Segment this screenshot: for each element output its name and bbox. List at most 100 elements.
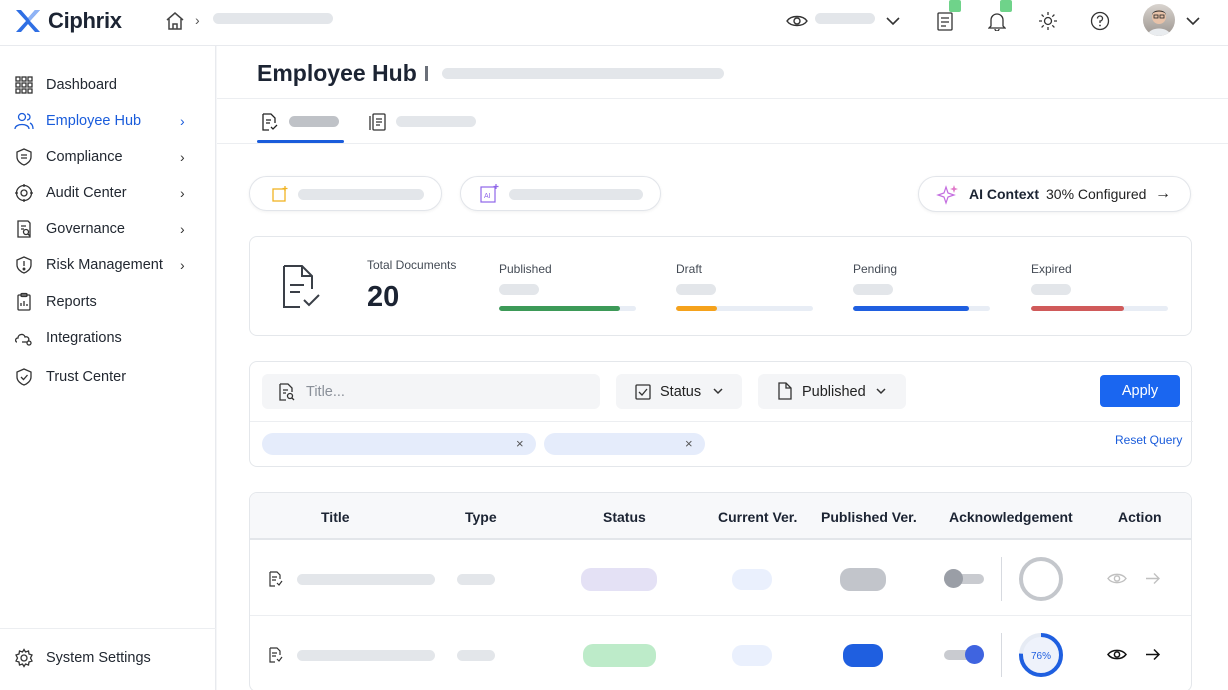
tabs-divider <box>217 143 1228 144</box>
ai-generate-button[interactable]: AI <box>460 176 661 211</box>
avatar[interactable] <box>1143 4 1175 36</box>
column-header-status[interactable]: Status <box>603 509 646 525</box>
chevron-down-icon[interactable] <box>881 9 905 33</box>
sidebar-item-label: Dashboard <box>46 77 117 93</box>
document-check-icon <box>262 113 278 131</box>
tab-documents[interactable] <box>261 108 341 136</box>
breadcrumb-chevron-icon: › <box>195 12 200 28</box>
checklist-icon[interactable] <box>933 0 961 33</box>
sidebar-item-audit-center[interactable]: Audit Center › <box>0 178 216 208</box>
page-title: Employee Hub <box>257 60 417 86</box>
sparkle-icon <box>936 185 958 205</box>
cell-divider <box>1001 633 1002 677</box>
filter-chip[interactable]: × <box>544 433 705 455</box>
sidebar-item-system-settings[interactable]: System Settings <box>0 643 216 673</box>
column-header-title[interactable]: Title <box>321 509 350 525</box>
published-dropdown-label: Published <box>802 383 866 400</box>
sidebar-item-employee-hub[interactable]: Employee Hub › <box>0 106 216 136</box>
title-placeholder <box>297 574 435 585</box>
column-header-acknowledgement[interactable]: Acknowledgement <box>949 509 1073 525</box>
title-search[interactable] <box>262 374 600 409</box>
type-placeholder <box>457 574 495 585</box>
column-header-current-version[interactable]: Current Ver. <box>718 509 797 525</box>
sidebar-item-label: Audit Center <box>46 185 127 201</box>
apply-button[interactable]: Apply <box>1100 375 1180 407</box>
ai-context-button[interactable]: AI Context 30% Configured → <box>918 176 1191 212</box>
audit-icon <box>15 184 33 202</box>
new-document-button[interactable] <box>249 176 442 211</box>
gear-icon <box>15 648 33 668</box>
page-subtitle-placeholder <box>442 68 724 79</box>
eye-icon <box>1107 649 1127 659</box>
ai-context-value: 30% Configured <box>1046 186 1147 202</box>
ai-document-icon: AI <box>480 184 499 203</box>
sun-icon[interactable] <box>1036 9 1060 33</box>
published-dropdown[interactable]: Published <box>758 374 906 409</box>
column-header-action[interactable]: Action <box>1118 509 1162 525</box>
acknowledgement-toggle[interactable] <box>944 645 984 664</box>
status-dropdown[interactable]: Status <box>616 374 742 409</box>
acknowledgement-toggle[interactable] <box>944 569 984 588</box>
checkbox-icon <box>635 384 651 400</box>
tab-label-placeholder <box>289 116 339 127</box>
sidebar-item-reports[interactable]: Reports <box>0 287 216 317</box>
risk-icon <box>16 256 32 274</box>
grid-icon <box>15 76 33 94</box>
title-placeholder <box>297 650 435 661</box>
sidebar-item-label: Risk Management <box>46 257 163 273</box>
view-selector[interactable] <box>815 13 875 24</box>
acknowledgement-progress-ring: 76% <box>1019 633 1063 677</box>
table-row[interactable] <box>250 540 1191 616</box>
sidebar-item-dashboard[interactable]: Dashboard <box>0 70 216 100</box>
filter-chip[interactable]: × <box>262 433 536 455</box>
published-count-placeholder <box>499 284 539 295</box>
sidebar-item-risk-management[interactable]: Risk Management › <box>0 250 216 280</box>
chevron-down-icon[interactable] <box>1181 9 1205 33</box>
app-name: Ciphrix <box>48 8 122 33</box>
sidebar-item-trust-center[interactable]: Trust Center <box>0 362 216 392</box>
title-search-input[interactable] <box>306 374 586 409</box>
users-icon <box>14 112 34 130</box>
clipboard-icon <box>17 292 31 311</box>
notification-badge <box>1000 0 1012 12</box>
svg-text:AI: AI <box>484 193 491 200</box>
current-version-badge <box>732 645 772 666</box>
reset-query-link[interactable]: Reset Query <box>1115 433 1182 447</box>
table-row[interactable]: 76% <box>250 616 1191 690</box>
sidebar-item-integrations[interactable]: Integrations <box>0 323 216 353</box>
pending-count-placeholder <box>853 284 893 295</box>
document-check-icon <box>283 265 320 308</box>
filter-panel: Status Published Apply × × Reset Query <box>249 361 1193 467</box>
sidebar-item-governance[interactable]: Governance › <box>0 214 216 244</box>
chevron-right-icon: › <box>180 113 185 129</box>
close-icon[interactable]: × <box>516 436 524 451</box>
column-header-type[interactable]: Type <box>465 509 497 525</box>
tab-label-placeholder <box>396 116 476 127</box>
arrow-right-icon: → <box>1155 185 1171 202</box>
cell-divider <box>1001 557 1002 601</box>
top-bar: Ciphrix › <box>0 0 1228 46</box>
progress-ring-label: 76% <box>1031 651 1051 662</box>
logo[interactable]: Ciphrix <box>14 8 122 34</box>
breadcrumb-placeholder[interactable] <box>213 13 333 24</box>
button-label-placeholder <box>298 189 424 200</box>
home-icon[interactable] <box>164 10 186 32</box>
help-icon[interactable] <box>1088 9 1112 33</box>
close-icon[interactable]: × <box>685 436 693 451</box>
sidebar-item-label: Governance <box>46 221 125 237</box>
sidebar-divider <box>0 628 216 629</box>
bell-icon[interactable] <box>985 0 1012 33</box>
title-divider <box>425 66 428 81</box>
open-button[interactable] <box>1143 644 1163 664</box>
tab-templates[interactable] <box>367 108 477 136</box>
expired-label: Expired <box>1031 262 1072 276</box>
type-placeholder <box>457 650 495 661</box>
document-search-icon <box>279 383 295 401</box>
view-button[interactable] <box>1107 644 1127 664</box>
document-check-icon <box>269 647 283 663</box>
column-header-published-version[interactable]: Published Ver. <box>821 509 917 525</box>
eye-icon[interactable] <box>785 9 809 33</box>
sidebar-item-label: Compliance <box>46 149 123 165</box>
shield-icon <box>16 148 32 166</box>
sidebar-item-compliance[interactable]: Compliance › <box>0 142 216 172</box>
